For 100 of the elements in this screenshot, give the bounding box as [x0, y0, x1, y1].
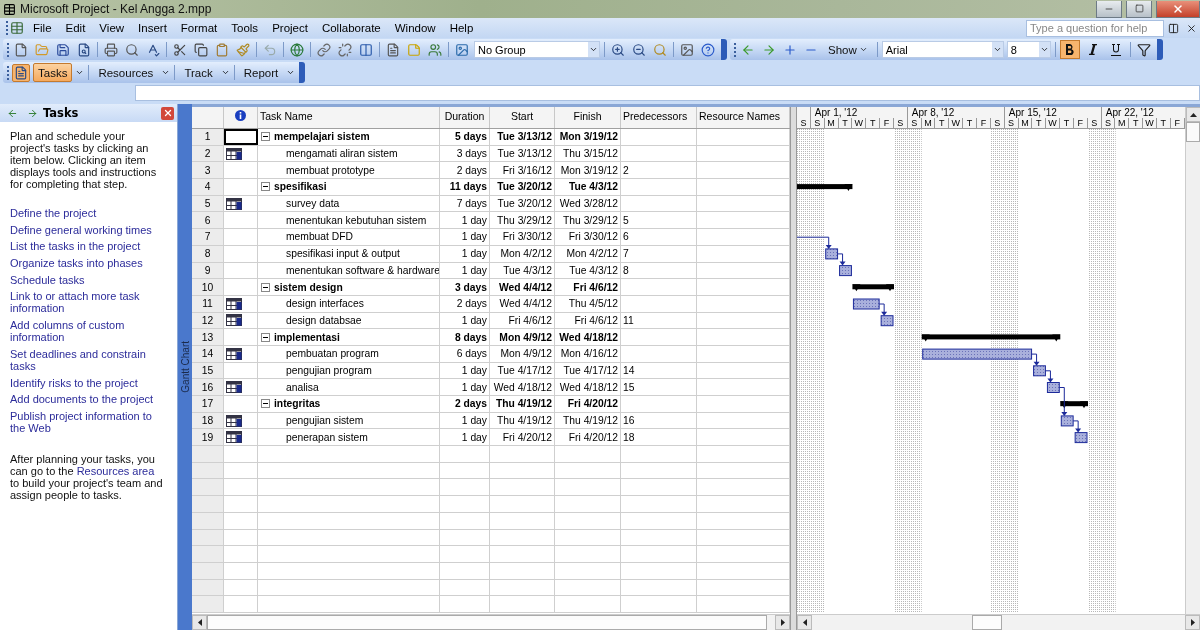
menu-item[interactable]: Collaborate [314, 22, 388, 34]
unlink-icon[interactable] [336, 40, 354, 59]
scroll-up-button[interactable] [1186, 107, 1200, 122]
task-name: membuat prototype [286, 164, 375, 176]
pane-link[interactable]: Define general working times [10, 223, 163, 236]
scroll-left-button[interactable] [797, 615, 812, 630]
group-select[interactable]: No Group [474, 41, 600, 58]
indicator-cell[interactable] [224, 129, 258, 145]
table-cell: 11 [621, 312, 697, 329]
table-cell: 1 day [440, 429, 490, 446]
link-icon[interactable] [315, 40, 333, 59]
pane-link[interactable]: Add documents to the project [10, 393, 163, 406]
task-bar[interactable] [825, 248, 839, 260]
guide-tab[interactable]: Resources [93, 63, 159, 82]
collapse-icon[interactable] [261, 132, 270, 142]
menu-item[interactable]: Tools [224, 22, 266, 34]
pane-link[interactable]: Define the project [10, 207, 163, 219]
table-cell: Tue 3/20/12 [490, 195, 555, 212]
guide-tab[interactable]: Track [179, 63, 218, 82]
pane-link[interactable]: Organize tasks into phases [10, 257, 163, 270]
table-cell: 6 days [440, 345, 490, 362]
table-cell: 7 days [440, 195, 490, 212]
close-button[interactable] [161, 106, 174, 120]
caret-icon [589, 45, 598, 54]
table-cell: 2 days [440, 162, 490, 179]
guide-tab[interactable]: Report [238, 63, 284, 82]
collapse-icon[interactable] [261, 399, 270, 409]
restore-button[interactable] [1126, 0, 1152, 18]
menu-item[interactable]: File [26, 22, 59, 34]
menu-item[interactable]: Format [173, 22, 225, 34]
collapse-icon[interactable] [261, 332, 270, 342]
summary-bar[interactable] [921, 334, 1061, 342]
entry-field[interactable] [135, 85, 1200, 101]
pane-link[interactable]: Link to or attach more task information [10, 290, 163, 315]
dependency-arrow [1031, 353, 1040, 366]
menu-item[interactable]: Help [442, 22, 481, 34]
column-header[interactable]: Finish [555, 107, 621, 128]
day-label: S [990, 118, 1005, 128]
scroll-thumb[interactable] [972, 615, 1002, 630]
table-cell: Tue 3/13/12 [490, 145, 555, 162]
italic-icon [1088, 44, 1097, 55]
caret-icon [858, 45, 868, 54]
row-number: 6 [192, 212, 224, 229]
menu-item[interactable]: Window [387, 22, 443, 34]
task-bar[interactable] [1074, 432, 1088, 444]
guide-tab[interactable]: Tasks [33, 63, 73, 82]
task-name: mengamati aliran sistem [286, 148, 398, 160]
table-cell: Tue 4/3/12 [555, 262, 621, 279]
menu-item[interactable]: Project [265, 22, 315, 34]
pane-link[interactable]: List the tasks in the project [10, 240, 163, 253]
calendar-icon [226, 147, 242, 160]
table-cell: Mon 4/2/12 [555, 245, 621, 262]
vertical-scrollbar[interactable] [1185, 107, 1200, 614]
column-header[interactable]: Predecessors [621, 107, 697, 128]
table-cell: Fri 3/16/12 [490, 162, 555, 179]
menu-item[interactable]: Edit [58, 22, 93, 34]
font-select[interactable]: Arial [881, 41, 1004, 58]
collapse-icon[interactable] [261, 182, 270, 192]
minimize-button[interactable] [1096, 0, 1122, 18]
horizontal-scrollbar[interactable] [797, 614, 1200, 630]
collapse-icon[interactable] [261, 282, 270, 292]
resources-link[interactable]: Resources area [76, 464, 155, 477]
document-icon[interactable] [8, 19, 26, 37]
pane-link[interactable]: Publish project information to the Web [10, 409, 163, 434]
show-button[interactable]: Show [823, 40, 873, 59]
app-icon [3, 2, 16, 16]
task-bar[interactable] [1060, 415, 1074, 427]
help-search-field[interactable]: Type a question for help [1026, 19, 1164, 37]
summary-bar[interactable] [1060, 401, 1088, 409]
pane-link[interactable]: Identify risks to the project [10, 376, 163, 389]
column-header[interactable]: Duration [440, 107, 490, 128]
menu-item[interactable]: View [92, 22, 132, 34]
table-cell: Tue 4/17/12 [555, 362, 621, 379]
table-cell: Tue 4/17/12 [490, 362, 555, 379]
task-bar[interactable] [852, 298, 880, 310]
task-bar[interactable] [880, 315, 894, 327]
task-bar[interactable] [1033, 365, 1046, 377]
scroll-left-button[interactable] [192, 615, 207, 630]
caret-icon [220, 68, 230, 77]
pane-link[interactable]: Schedule tasks [10, 273, 163, 286]
summary-bar[interactable] [852, 284, 894, 292]
pane-link[interactable]: Add columns of custom information [10, 319, 163, 344]
calendar-icon [226, 347, 242, 360]
scroll-right-button[interactable] [775, 615, 790, 630]
scroll-thumb[interactable] [1186, 122, 1200, 142]
scroll-right-button[interactable] [1185, 615, 1200, 630]
font-size-select[interactable]: 8 [1006, 41, 1051, 58]
table-cell: Wed 4/18/12 [490, 379, 555, 395]
table-cell: Mon 4/9/12 [490, 329, 555, 345]
column-header[interactable]: Start [490, 107, 555, 128]
table-cell: Thu 4/19/12 [490, 396, 555, 412]
calendar-icon [226, 431, 242, 444]
column-header[interactable]: Task Name [258, 107, 440, 128]
task-bar[interactable] [839, 265, 852, 277]
bold-button[interactable] [1059, 40, 1080, 59]
task-bar[interactable] [1046, 382, 1060, 393]
menu-item[interactable]: Insert [131, 22, 174, 34]
pane-link[interactable]: Set deadlines and constrain tasks [10, 347, 163, 372]
summary-bar[interactable] [797, 184, 853, 192]
guide-icon[interactable] [12, 63, 30, 82]
